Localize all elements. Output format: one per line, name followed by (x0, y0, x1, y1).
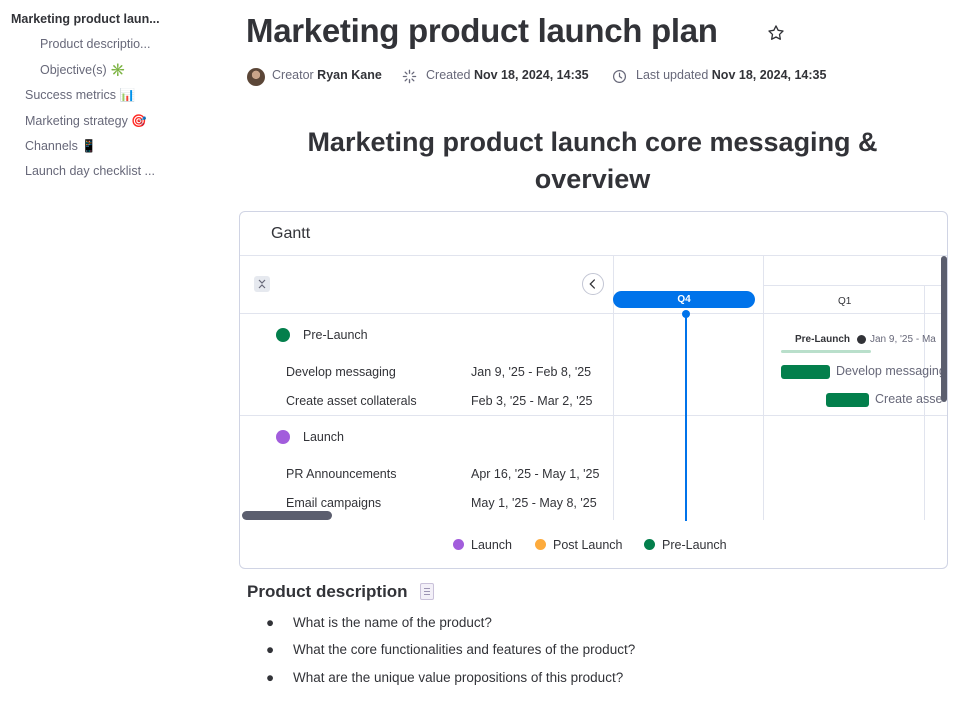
section-heading: Marketing product launch core messaging … (240, 124, 945, 198)
group-summary-dot (857, 335, 866, 344)
legend-dot (453, 539, 464, 550)
chevron-left-icon[interactable] (582, 273, 604, 295)
collapse-icon[interactable] (254, 276, 270, 292)
timeline-quarter-next: Q1 (838, 296, 852, 307)
product-description-heading: Product description (247, 582, 408, 601)
toc-item-channels[interactable]: Channels 📱 (25, 139, 165, 154)
gantt-column-header-divider (240, 313, 947, 314)
section-heading-line-1: Marketing product launch core messaging … (307, 127, 878, 157)
creator-meta: Creator Ryan Kane (272, 68, 382, 82)
group-name-pre-launch[interactable]: Pre-Launch (303, 328, 368, 342)
task-name[interactable]: Develop messaging (286, 365, 396, 379)
group-summary-bar (781, 350, 871, 353)
legend-item-launch: Launch (453, 538, 512, 552)
task-bar[interactable] (826, 393, 869, 407)
today-marker-line (685, 311, 687, 521)
toc-item-objectives[interactable]: Objective(s) ✳️ (40, 63, 158, 78)
clock-icon (612, 69, 627, 84)
legend-label: Post Launch (553, 538, 623, 552)
timeline-grid-line (763, 255, 764, 520)
bullet-marker: ● (266, 670, 275, 685)
group-color-dot (276, 430, 290, 444)
list-item: What the core functionalities and featur… (293, 642, 636, 657)
bullet-marker: ● (266, 642, 275, 657)
bullet-marker: ● (266, 615, 275, 630)
gantt-widget: Gantt Q4 Q1 Pre-Launch Develop messaging… (239, 211, 948, 569)
task-name[interactable]: PR Announcements (286, 467, 397, 481)
task-dates: Apr 16, '25 - May 1, '25 (471, 467, 600, 481)
gantt-header-divider (240, 255, 947, 256)
list-item: What are the unique value propositions o… (293, 670, 624, 685)
task-name[interactable]: Email campaigns (286, 496, 381, 510)
section-heading-line-2: overview (534, 164, 651, 194)
group-color-dot (276, 328, 290, 342)
gantt-title: Gantt (271, 225, 311, 242)
updated-value: Nov 18, 2024, 14:35 (711, 68, 827, 82)
sparkle-icon (402, 69, 417, 84)
legend-dot (644, 539, 655, 550)
gantt-group-divider (240, 415, 947, 416)
task-bar-label: Develop messaging (836, 364, 946, 378)
task-bar[interactable] (781, 365, 830, 379)
horizontal-scrollbar[interactable] (242, 511, 332, 520)
toc-item-launch-day-checklist[interactable]: Launch day checklist ... (25, 164, 159, 178)
vertical-scrollbar[interactable] (941, 256, 947, 402)
toc-item-marketing-strategy[interactable]: Marketing strategy 🎯 (25, 114, 165, 129)
creator-label: Creator (272, 68, 314, 82)
created-value: Nov 18, 2024, 14:35 (473, 68, 589, 82)
task-name[interactable]: Create asset collaterals (286, 394, 417, 408)
task-dates: May 1, '25 - May 8, '25 (471, 496, 597, 510)
legend-item-pre-launch: Pre-Launch (644, 538, 727, 552)
task-dates: Jan 9, '25 - Feb 8, '25 (471, 365, 592, 379)
avatar[interactable] (247, 68, 265, 86)
task-bar-label: Create asse (875, 392, 943, 406)
created-label: Created (426, 68, 471, 82)
timeline-header-divider (763, 285, 947, 286)
timeline-quarter-current: Q4 (613, 291, 755, 308)
doc-icon (420, 583, 434, 600)
page-title: Marketing product launch plan (246, 12, 718, 49)
legend-label: Pre-Launch (662, 538, 727, 552)
today-marker-dot (682, 310, 690, 318)
group-summary-dates: Jan 9, '25 - Ma (870, 334, 936, 345)
group-summary-label: Pre-Launch (795, 334, 851, 345)
toc-item-product-description[interactable]: Product descriptio... (40, 37, 158, 51)
created-meta: Created Nov 18, 2024, 14:35 (426, 68, 589, 82)
toc-item-title[interactable]: Marketing product laun... (11, 12, 161, 26)
updated-label: Last updated (636, 68, 709, 82)
toc-item-success-metrics[interactable]: Success metrics 📊 (25, 88, 165, 103)
creator-name[interactable]: Ryan Kane (317, 68, 382, 82)
task-dates: Feb 3, '25 - Mar 2, '25 (471, 394, 593, 408)
legend-dot (535, 539, 546, 550)
list-item: What is the name of the product? (293, 615, 492, 630)
group-name-launch[interactable]: Launch (303, 430, 344, 444)
star-icon[interactable] (766, 23, 786, 43)
updated-meta: Last updated Nov 18, 2024, 14:35 (636, 68, 826, 82)
legend-item-post-launch: Post Launch (535, 538, 623, 552)
legend-label: Launch (471, 538, 513, 552)
